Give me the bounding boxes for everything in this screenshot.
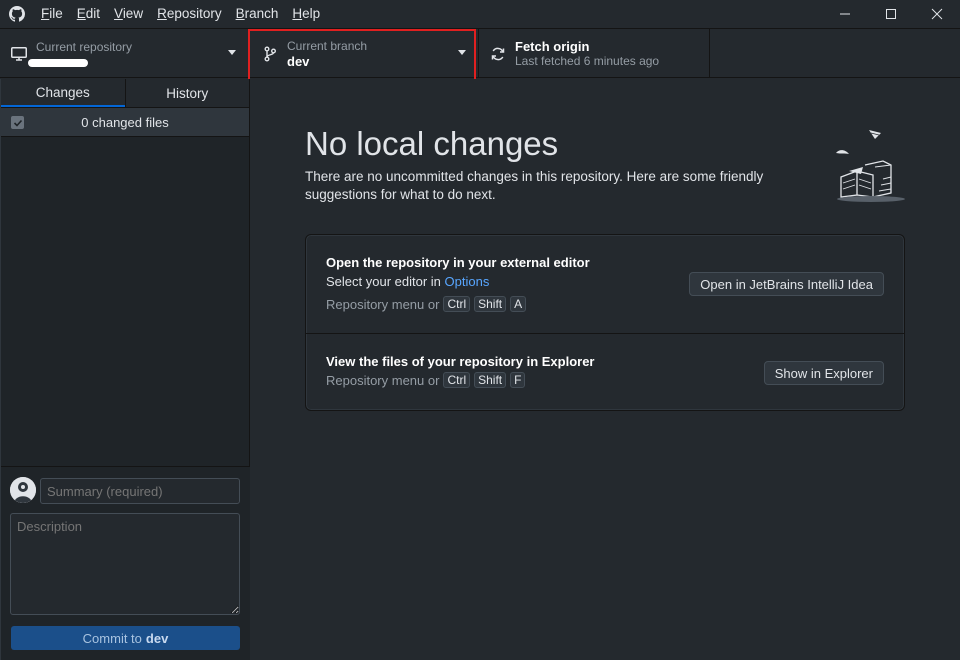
kbd-shift: Shift <box>474 296 507 312</box>
maximize-button[interactable] <box>868 0 914 28</box>
tab-changes[interactable]: Changes <box>1 79 125 107</box>
menu-bar: File Edit View Repository Branch Help <box>34 0 327 28</box>
open-in-editor-button[interactable]: Open in JetBrains IntelliJ Idea <box>689 272 884 296</box>
git-branch-icon <box>261 45 279 63</box>
action-open-editor-text: Select your editor in Options <box>326 274 489 289</box>
sync-icon <box>489 45 507 63</box>
minimize-button[interactable] <box>822 0 868 28</box>
main-panel: No local changes There are no uncommitte… <box>250 79 960 660</box>
kbd-ctrl: Ctrl <box>443 372 471 388</box>
select-all-checkbox[interactable] <box>11 116 24 129</box>
action-open-editor-text-prefix: Select your editor in <box>326 274 441 289</box>
chevron-down-icon <box>458 50 466 55</box>
close-button[interactable] <box>914 0 960 28</box>
title-bar: File Edit View Repository Branch Help <box>0 0 960 28</box>
check-icon <box>13 119 22 127</box>
current-repository-button[interactable]: Current repository <box>0 29 249 78</box>
page-description: There are no uncommitted changes in this… <box>305 169 764 202</box>
current-branch-button[interactable]: Current branch dev <box>249 29 479 78</box>
menu-edit[interactable]: Edit <box>70 0 107 28</box>
show-in-explorer-button[interactable]: Show in Explorer <box>763 361 884 385</box>
suggested-actions: Open the repository in your external edi… <box>305 234 905 411</box>
empty-state-illustration-icon <box>835 127 907 203</box>
current-repository-label: Current repository <box>36 40 133 54</box>
sidebar: Changes History 0 changed files Commit t… <box>0 79 250 660</box>
current-branch-label: Current branch <box>287 38 368 53</box>
action-show-explorer-hint: Repository menu or Ctrl Shift F <box>326 372 526 388</box>
current-branch-name: dev <box>287 53 310 69</box>
action-open-editor: Open the repository in your external edi… <box>306 235 904 334</box>
minimize-icon <box>840 13 850 15</box>
menu-help[interactable]: Help <box>285 0 327 28</box>
page-title: No local changes <box>305 125 559 162</box>
action-show-explorer: View the files of your repository in Exp… <box>306 334 904 411</box>
kbd-shift: Shift <box>474 372 507 388</box>
action-show-explorer-title: View the files of your repository in Exp… <box>326 354 595 369</box>
menu-file[interactable]: File <box>34 0 70 28</box>
commit-button-branch: dev <box>145 630 169 646</box>
sidebar-tabs: Changes History <box>1 79 249 108</box>
description-input[interactable] <box>10 513 240 615</box>
kbd-ctrl: Ctrl <box>443 296 471 312</box>
menu-view[interactable]: View <box>107 0 150 28</box>
summary-input[interactable] <box>40 478 240 504</box>
action-open-editor-title: Open the repository in your external edi… <box>326 255 590 270</box>
github-logo-icon <box>0 0 34 28</box>
options-link[interactable]: Options <box>445 274 490 289</box>
action-open-editor-hint: Repository menu or Ctrl Shift A <box>326 296 527 312</box>
tab-history[interactable]: History <box>124 79 249 107</box>
avatar <box>10 477 36 503</box>
changed-files-count: 0 changed files <box>81 114 169 130</box>
changes-header: 0 changed files <box>1 108 249 137</box>
fetch-origin-title: Fetch origin <box>515 38 590 54</box>
menu-repository[interactable]: Repository <box>150 0 229 28</box>
fetch-origin-button[interactable]: Fetch origin Last fetched 6 minutes ago <box>479 29 710 78</box>
hint-prefix: Repository menu or <box>326 296 440 312</box>
commit-button[interactable]: Commit to dev <box>11 626 240 650</box>
chevron-down-icon <box>228 50 236 55</box>
kbd-f: F <box>510 372 526 388</box>
kbd-a: A <box>510 296 527 312</box>
monitor-icon <box>10 45 28 63</box>
close-icon <box>931 8 943 20</box>
window-controls <box>822 0 960 28</box>
commit-area: Commit to dev <box>1 466 250 660</box>
menu-branch[interactable]: Branch <box>229 0 286 28</box>
commit-button-prefix: Commit to <box>82 630 142 646</box>
toolbar: Current repository Current branch dev Fe… <box>0 28 960 78</box>
hint-prefix: Repository menu or <box>326 372 440 388</box>
maximize-icon <box>886 9 896 19</box>
repository-name-redacted <box>28 59 88 67</box>
last-fetched-text: Last fetched 6 minutes ago <box>515 53 660 68</box>
